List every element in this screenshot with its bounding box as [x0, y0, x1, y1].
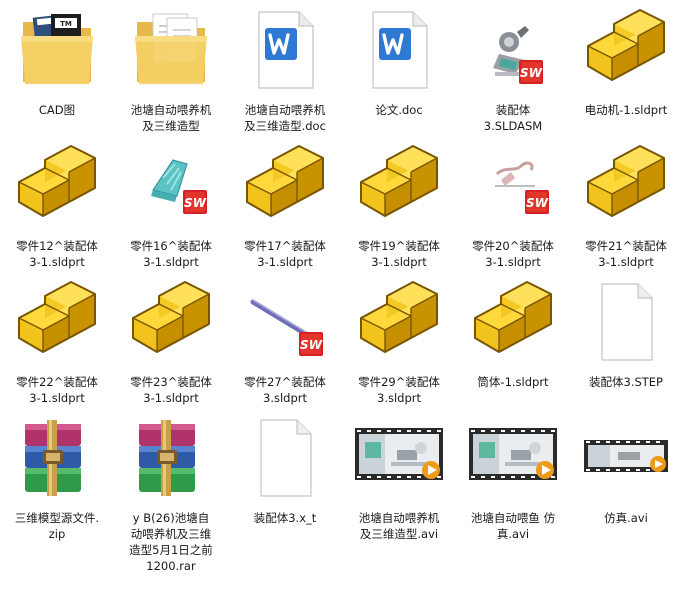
svg-text:TM: TM	[60, 20, 72, 28]
file-name-label: 筒体-1.sldprt	[477, 375, 549, 389]
solidworks-part-icon	[351, 138, 447, 234]
file-name-label: 零件19^装配体 3-1.sldprt	[358, 239, 440, 269]
folder-with-documents-icon: TM VG	[9, 2, 105, 98]
svg-text:SW: SW	[526, 196, 549, 210]
svg-text:SW: SW	[520, 66, 543, 80]
file-name-label: 池塘自动喂鱼 仿 真.avi	[470, 511, 556, 541]
file-name-label: 零件29^装配体 3.sldprt	[358, 375, 440, 405]
file-name-label: CAD图	[38, 103, 76, 117]
winrar-archive-icon	[123, 410, 219, 506]
file-name-label: 池塘自动喂养机 及三维造型.doc	[244, 103, 326, 133]
folder-with-documents-icon	[123, 2, 219, 98]
blank-file-icon	[578, 274, 674, 370]
file-name-label: 电动机-1.sldprt	[584, 103, 668, 117]
blank-file-icon	[237, 410, 333, 506]
solidworks-part-icon	[9, 138, 105, 234]
file-name-label: 论文.doc	[375, 103, 423, 117]
video-thumbnail-icon	[578, 410, 674, 506]
solidworks-part-icon	[123, 274, 219, 370]
file-name-label: 零件16^装配体 3-1.sldprt	[130, 239, 212, 269]
solidworks-part-icon	[237, 138, 333, 234]
solidworks-part-preview-icon: SW	[465, 138, 561, 234]
file-name-label: 零件17^装配体 3-1.sldprt	[244, 239, 326, 269]
file-name-label: 三维模型源文件. zip	[14, 511, 100, 541]
word-document-icon	[237, 2, 333, 98]
file-name-label: 零件12^装配体 3-1.sldprt	[16, 239, 98, 269]
file-name-label: y B(26)池塘自 动喂养机及三维 造型5月1日之前 1200.rar	[129, 511, 213, 573]
solidworks-part-preview-icon: SW	[237, 274, 333, 370]
solidworks-part-icon	[578, 138, 674, 234]
file-name-label: 零件23^装配体 3-1.sldprt	[130, 375, 212, 405]
file-name-label: 仿真.avi	[604, 511, 648, 525]
word-document-icon	[351, 2, 447, 98]
svg-text:SW: SW	[300, 338, 323, 352]
file-name-label: 装配体 3.SLDASM	[483, 103, 543, 133]
file-name-label: 池塘自动喂养机 及三维造型.avi	[358, 511, 440, 541]
solidworks-part-icon	[351, 274, 447, 370]
video-thumbnail-icon	[351, 410, 447, 506]
file-name-label: 池塘自动喂养机 及三维造型	[130, 103, 212, 133]
solidworks-part-icon	[465, 274, 561, 370]
solidworks-part-icon	[578, 2, 674, 98]
file-name-label: 零件20^装配体 3-1.sldprt	[472, 239, 554, 269]
file-name-label: 装配体3.x_t	[253, 511, 317, 525]
file-grid: TM VG CAD图 池塘自动喂养机 及三维造型 池塘自动喂养机 及三维造型.d…	[0, 0, 686, 594]
solidworks-part-preview-icon: SW	[123, 138, 219, 234]
file-name-label: 零件22^装配体 3-1.sldprt	[16, 375, 98, 405]
winrar-archive-icon	[9, 410, 105, 506]
video-thumbnail-icon	[465, 410, 561, 506]
file-name-label: 装配体3.STEP	[589, 375, 663, 389]
solidworks-part-icon	[9, 274, 105, 370]
file-name-label: 零件27^装配体 3.sldprt	[244, 375, 326, 405]
solidworks-assembly-icon: SW	[465, 2, 561, 98]
svg-text:SW: SW	[184, 196, 207, 210]
file-name-label: 零件21^装配体 3-1.sldprt	[585, 239, 667, 269]
